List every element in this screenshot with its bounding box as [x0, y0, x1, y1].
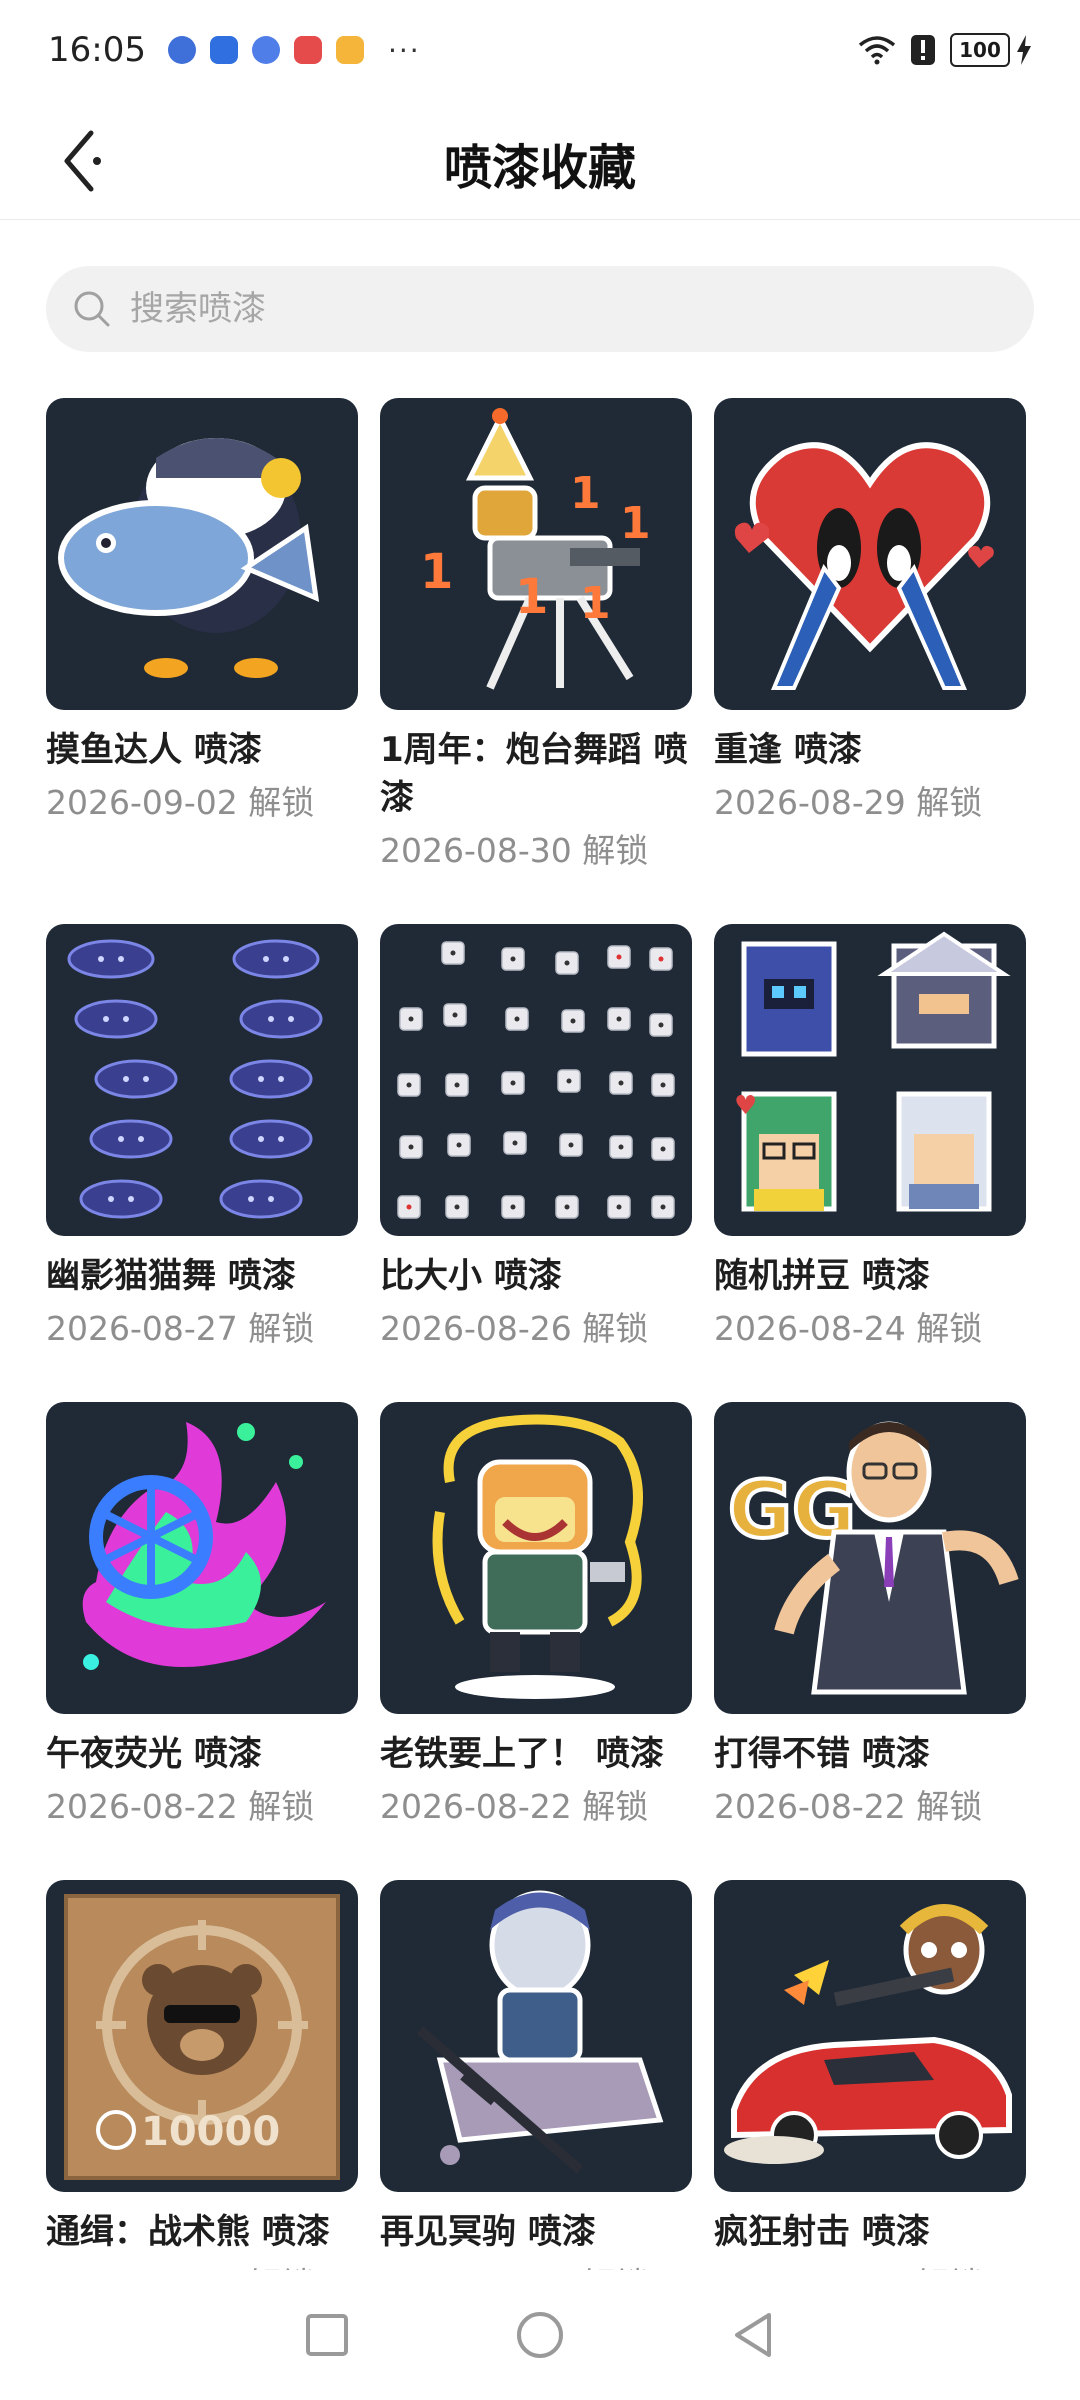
spray-thumbnail[interactable]: GG [714, 1402, 1026, 1714]
wanted-bear-art: 10000 [64, 1894, 340, 2180]
svg-text:1: 1 [570, 468, 601, 519]
spray-title: 老铁要上了！ 喷漆 [380, 1734, 664, 1774]
spray-title: 疯狂射击 喷漆 [714, 2212, 930, 2252]
spray-thumbnail[interactable]: 1 1 1 1 1 [380, 398, 692, 710]
gg-suit-art: GG [726, 1421, 1019, 1695]
charging-icon [1017, 35, 1031, 65]
spray-thumbnail[interactable] [46, 398, 358, 710]
spray-thumbnail[interactable] [46, 924, 358, 1236]
search-icon [74, 291, 110, 327]
spray-thumbnail[interactable]: ♥ [714, 924, 1026, 1236]
spray-card[interactable]: 幽影猫猫舞 喷漆 2026-08-27 解锁 [46, 924, 358, 1352]
neon-splash-art [82, 1422, 327, 1670]
wifi-icon [858, 35, 896, 65]
spray-card[interactable]: 老铁要上了！ 喷漆 2026-08-22 解锁 [380, 1402, 692, 1830]
spray-unlock-date: 2026-09-02 解锁 [46, 783, 315, 822]
penguin-fish-art [58, 438, 320, 678]
spray-title: 1周年：炮台舞蹈 喷漆 [380, 730, 688, 818]
spray-card[interactable]: 10000 通缉：战术熊 喷漆 2026-08-22 解锁 [46, 1880, 358, 2278]
svg-text:1: 1 [580, 578, 611, 629]
spray-unlock-date: 2026-08-22 解锁 [714, 1787, 983, 1826]
app-notification-icon [209, 36, 238, 64]
status-app-icons: ··· [167, 33, 421, 67]
pixel-agents-art: ♥ [734, 931, 1011, 1212]
spray-grid: 摸鱼达人 喷漆 2026-09-02 解锁 1 1 1 1 1 1周年：炮台舞蹈… [46, 398, 1034, 2278]
spray-title: 比大小 喷漆 [380, 1256, 562, 1296]
sniper-agent-art [416, 1890, 664, 2174]
square-icon [305, 2314, 348, 2356]
status-indicators: 100 [858, 33, 1032, 67]
spray-card[interactable]: 1 1 1 1 1 1周年：炮台舞蹈 喷漆 2026-08-30 解锁 [380, 398, 692, 874]
spray-title: 随机拼豆 喷漆 [714, 1256, 930, 1296]
recent-apps-button[interactable] [297, 2305, 357, 2365]
spray-card[interactable]: 再见冥驹 喷漆 2026-08-22 解锁 [380, 1880, 692, 2278]
spray-unlock-date: 2026-08-22 解锁 [380, 1787, 649, 1826]
spray-title: 幽影猫猫舞 喷漆 [46, 1256, 296, 1296]
spray-unlock-date: 2026-08-26 解锁 [380, 1309, 649, 1348]
app-notification-icon [167, 36, 196, 64]
triangle-back-icon [735, 2313, 772, 2357]
spray-thumbnail[interactable] [46, 1402, 358, 1714]
spray-card[interactable]: 比大小 喷漆 2026-08-26 解锁 [380, 924, 692, 1352]
app-notification-icon [335, 36, 364, 64]
status-bar: 16:05 ··· 100 [0, 0, 1080, 100]
spray-thumbnail[interactable]: 10000 [46, 1880, 358, 2192]
spray-unlock-date: 2026-08-29 解锁 [714, 783, 983, 822]
spray-title: 摸鱼达人 喷漆 [46, 730, 262, 770]
shadow-cats-art [67, 939, 323, 1219]
spray-card[interactable]: 疯狂射击 喷漆 2026-08-22 解锁 [714, 1880, 1026, 2278]
status-time: 16:05 [48, 30, 146, 70]
spray-title: 打得不错 喷漆 [714, 1734, 930, 1774]
spray-thumbnail[interactable] [714, 1880, 1026, 2192]
dice-art [397, 941, 675, 1219]
spray-title: 再见冥驹 喷漆 [380, 2212, 596, 2252]
spray-unlock-date: 2026-08-24 解锁 [714, 1309, 983, 1348]
svg-text:1: 1 [420, 544, 453, 600]
spray-card[interactable]: 午夜荧光 喷漆 2026-08-22 解锁 [46, 1402, 358, 1830]
page-header: 喷漆收藏 [0, 100, 1080, 220]
spray-card[interactable]: GG 打得不错 喷漆 2026-08-22 解锁 [714, 1402, 1026, 1830]
alert-icon [910, 34, 936, 66]
app-notification-icon [251, 36, 280, 64]
more-notifications-icon: ··· [387, 33, 421, 67]
back-nav-button[interactable] [723, 2305, 783, 2365]
spray-card[interactable]: 重逢 喷漆 2026-08-29 解锁 [714, 398, 1026, 826]
spray-title: 午夜荧光 喷漆 [46, 1734, 262, 1774]
battery-level: 100 [950, 33, 1010, 67]
spray-thumbnail[interactable] [380, 924, 692, 1236]
spray-thumbnail[interactable] [380, 1402, 692, 1714]
turret-party-art: 1 1 1 1 1 [420, 408, 651, 690]
spray-card[interactable]: ♥ 随机拼豆 喷漆 2026-08-24 解锁 [714, 924, 1026, 1352]
lightning-hero-art [432, 1414, 643, 1699]
svg-text:1: 1 [620, 498, 651, 549]
spray-unlock-date: 2026-08-27 解锁 [46, 1309, 315, 1348]
bounty-badge: 10000 [141, 2109, 280, 2155]
search-bar[interactable] [46, 266, 1034, 352]
svg-text:♥: ♥ [734, 1091, 757, 1121]
home-button[interactable] [510, 2305, 570, 2365]
spray-thumbnail[interactable] [380, 1880, 692, 2192]
spray-title: 通缉：战术熊 喷漆 [46, 2212, 330, 2252]
system-nav-bar [0, 2270, 1080, 2400]
app-notification-icon [293, 36, 322, 64]
circle-icon [516, 2312, 563, 2358]
search-input[interactable] [128, 288, 932, 330]
car-shooter-art [724, 1904, 1012, 2164]
svg-text:1: 1 [515, 569, 548, 625]
battery-indicator: 100 [950, 33, 1032, 67]
spray-thumbnail[interactable] [714, 398, 1026, 710]
spray-title: 重逢 喷漆 [714, 730, 862, 770]
spray-unlock-date: 2026-08-22 解锁 [46, 1787, 315, 1826]
magpies-heart-art [734, 442, 994, 690]
page-title: 喷漆收藏 [443, 140, 636, 196]
spray-card[interactable]: 摸鱼达人 喷漆 2026-09-02 解锁 [46, 398, 358, 826]
spray-unlock-date: 2026-08-30 解锁 [380, 831, 649, 870]
